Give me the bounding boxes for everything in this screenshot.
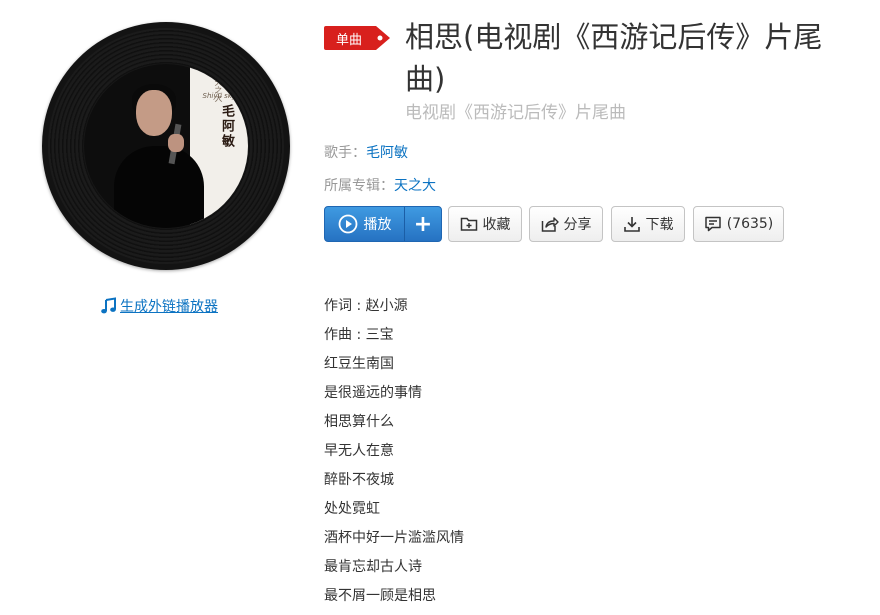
play-button-label: 播放 (363, 217, 392, 233)
play-circle-icon (338, 214, 357, 234)
cover-figure-face (136, 90, 172, 136)
artist-label: 歌手： (324, 145, 366, 161)
download-icon (623, 217, 640, 232)
cover-figure-hand (168, 134, 184, 152)
add-to-playlist-button[interactable]: + (405, 207, 441, 241)
album-link[interactable]: 天之大 (394, 178, 436, 194)
play-button[interactable]: 播放 (325, 207, 404, 241)
song-title: 相思(电视剧《西游记后传》片尾曲) (405, 20, 823, 96)
lyric-line: 早无人在意 (324, 443, 394, 459)
lyrics-block: 作词 : 赵小源 作曲 : 三宝 红豆生南国 是很遥远的事情 相思算什么 早无人… (324, 296, 464, 615)
album-cover-disc: 天之大 Shiyu sky 毛阿敏 (42, 22, 290, 270)
share-button-label: 分享 (563, 217, 592, 233)
music-note-icon (101, 297, 116, 314)
artist-link[interactable]: 毛阿敏 (366, 145, 408, 161)
album-label: 所属专辑： (324, 178, 394, 194)
artist-row: 歌手：毛阿敏 (324, 142, 408, 162)
lyric-line: 处处霓虹 (324, 501, 380, 517)
download-button[interactable]: 下载 (611, 206, 685, 242)
cover-figure-body (114, 146, 204, 228)
share-icon (541, 217, 559, 232)
lyric-line: 最不屑一顾是相思 (324, 588, 436, 604)
lyric-line: 相思算什么 (324, 414, 394, 430)
album-cover-image: 天之大 Shiyu sky 毛阿敏 (84, 64, 248, 228)
cover-artist-calligraphy: 毛阿敏 (219, 104, 234, 149)
lyric-line: 是很遥远的事情 (324, 385, 422, 401)
lyric-line: 醉卧不夜城 (324, 472, 394, 488)
comment-count: (7635) (726, 216, 774, 232)
generate-external-player-link[interactable]: 生成外链播放器 (100, 296, 218, 316)
single-tag-badge: 单曲 (324, 26, 390, 50)
external-player-link-label: 生成外链播放器 (120, 299, 218, 315)
lyric-line: 红豆生南国 (324, 356, 394, 372)
folder-add-icon (460, 217, 477, 231)
play-button-group: 播放 + (324, 206, 442, 242)
lyric-line: 最肯忘却古人诗 (324, 559, 422, 575)
album-row: 所属专辑：天之大 (324, 175, 436, 195)
download-button-label: 下载 (645, 217, 674, 233)
share-button[interactable]: 分享 (529, 206, 603, 242)
song-subtitle: 电视剧《西游记后传》片尾曲 (405, 103, 626, 123)
collect-button[interactable]: 收藏 (448, 206, 522, 242)
lyric-line: 作词 : 赵小源 (324, 298, 408, 314)
comments-button[interactable]: (7635) (693, 206, 784, 242)
cover-italic-text: Shiyu sky (202, 92, 236, 100)
lyric-line: 作曲 : 三宝 (324, 327, 394, 343)
collect-button-label: 收藏 (482, 217, 511, 233)
lyric-line: 酒杯中好一片滥滥风情 (324, 530, 464, 546)
comment-icon (704, 216, 721, 232)
single-tag-label: 单曲 (336, 33, 363, 48)
